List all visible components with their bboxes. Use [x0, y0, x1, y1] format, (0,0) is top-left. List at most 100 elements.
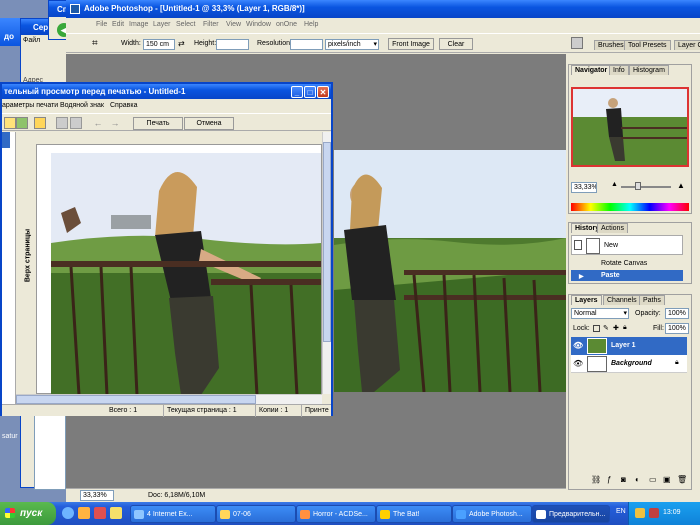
language-indicator[interactable]: EN [616, 508, 626, 515]
history-item-rotate[interactable]: Rotate Canvas [571, 258, 683, 269]
menu-help[interactable]: Справка [110, 102, 137, 109]
minimize-button[interactable]: _ [291, 86, 303, 98]
crop-tool-icon[interactable]: ⌗ [92, 38, 104, 50]
navigator-thumbnail[interactable] [571, 87, 689, 167]
taskbar-item-thebat[interactable]: The Bat! [376, 505, 452, 523]
history-item-paste[interactable]: ▶ Paste [571, 270, 683, 281]
menu-onone[interactable]: onOne [276, 21, 297, 28]
brush-source-icon[interactable] [574, 240, 582, 250]
link-icon[interactable]: ⛓︎ [591, 475, 601, 484]
navigator-slider-handle[interactable] [635, 182, 641, 190]
preview-horizontal-scrollbar[interactable] [16, 394, 322, 404]
copy-icon[interactable] [56, 117, 68, 129]
taskbar-item-folder[interactable]: 07-06 [216, 505, 296, 523]
tab-layers[interactable]: Layers [571, 295, 602, 305]
taskbar-item-acdsee[interactable]: Horror - ACDSe... [296, 505, 376, 523]
tab-layer-comps[interactable]: Layer C [674, 40, 700, 50]
tray-icon[interactable] [649, 508, 659, 518]
history-snapshot[interactable]: New [571, 235, 683, 255]
arrow-right-icon[interactable]: → [109, 117, 121, 129]
tab-navigator[interactable]: Navigator [571, 65, 612, 75]
close-button[interactable]: ✕ [317, 86, 329, 98]
taskbar-item-print-preview[interactable]: Предварительн... [532, 505, 610, 523]
hscroll-thumb[interactable] [16, 395, 256, 404]
background-window-2-menu[interactable]: Файл [23, 37, 40, 44]
clear-button[interactable]: Clear [439, 38, 473, 50]
tab-paths[interactable]: Paths [639, 295, 665, 305]
lock-all-icon[interactable]: 🔒︎ [623, 324, 627, 332]
start-button[interactable]: пуск [0, 502, 56, 525]
print-preview-titlebar[interactable]: тельный просмотр перед печатью - Untitle… [2, 84, 331, 99]
tab-histogram[interactable]: Histogram [629, 65, 669, 75]
height-field[interactable] [216, 39, 249, 50]
menu-edit[interactable]: Edit [112, 21, 124, 28]
preview-photo [51, 153, 321, 395]
navigator-zoom-field[interactable]: 33,33% [571, 182, 597, 193]
tab-channels[interactable]: Channels [603, 295, 641, 305]
cancel-button[interactable]: Отмена [184, 117, 234, 130]
zoom-out-icon[interactable]: ▲ [611, 181, 618, 188]
lock-position-icon[interactable]: ✚ [613, 324, 619, 332]
taskbar-item-photoshop[interactable]: Adobe Photosh... [452, 505, 532, 523]
scroll-thumb[interactable] [323, 142, 331, 342]
menu-watermark[interactable]: Водяной знак [60, 102, 104, 109]
lock-transparency-icon[interactable] [593, 325, 600, 332]
eye-icon[interactable]: 👁︎ [573, 341, 583, 350]
resolution-unit-select[interactable]: pixels/inch ▾ [325, 39, 379, 50]
preview-vertical-scrollbar[interactable] [322, 132, 331, 394]
tab-actions[interactable]: Actions [597, 223, 628, 233]
page-setup-icon[interactable] [4, 117, 16, 129]
print-button[interactable]: Печать [133, 117, 183, 130]
opacity-field[interactable]: 100% [665, 308, 689, 319]
mask-icon[interactable]: ◙ [621, 475, 626, 484]
tab-brushes[interactable]: Brushes [594, 40, 628, 50]
menu-view[interactable]: View [226, 21, 241, 28]
menu-file[interactable]: File [96, 21, 107, 28]
fill-field[interactable]: 100% [665, 323, 689, 334]
document-canvas[interactable] [334, 150, 566, 392]
palette-well-icon[interactable] [571, 37, 583, 49]
menu-print-settings[interactable]: араметры печати [2, 102, 58, 109]
image-icon[interactable] [16, 117, 28, 129]
lock-image-icon[interactable]: ✎ [603, 324, 609, 332]
menu-select[interactable]: Select [176, 21, 195, 28]
fx-icon[interactable]: ƒ [607, 475, 611, 484]
tab-info[interactable]: Info [609, 65, 629, 75]
zoom-field[interactable]: 33,33% [80, 490, 114, 501]
desktop-icon[interactable] [78, 507, 90, 519]
color-ramp[interactable] [571, 203, 689, 211]
frame-icon[interactable] [34, 117, 46, 129]
resolution-field[interactable] [290, 39, 323, 50]
front-image-button[interactable]: Front Image [388, 38, 434, 50]
new-layer-icon[interactable]: ▣ [663, 475, 671, 484]
maximize-button[interactable]: □ [304, 86, 316, 98]
menu-window[interactable]: Window [246, 21, 271, 28]
tray-icon[interactable] [635, 508, 645, 518]
media-icon[interactable] [94, 507, 106, 519]
zoom-in-icon[interactable]: ▲ [677, 181, 685, 190]
menu-help[interactable]: Help [304, 21, 318, 28]
arrow-left-icon[interactable]: ← [92, 117, 104, 129]
preview-page[interactable] [36, 144, 322, 395]
trash-icon[interactable]: 🗑︎ [677, 475, 687, 484]
navigator-zoom-slider[interactable] [621, 186, 671, 188]
folder-icon[interactable]: ▭ [649, 475, 657, 484]
menu-image[interactable]: Image [129, 21, 148, 28]
menu-layer[interactable]: Layer [153, 21, 171, 28]
taskbar-item-internet-explorer[interactable]: 4 Internet Ex... [130, 505, 216, 523]
menu-filter[interactable]: Filter [203, 21, 219, 28]
photoshop-menubar: File Edit Image Layer Select Filter View… [66, 18, 700, 32]
layer-row-background[interactable]: 👁︎ Background 🔒︎ [571, 355, 687, 373]
blend-mode-select[interactable]: Normal ▾ [571, 308, 629, 319]
layout-icon[interactable] [70, 117, 82, 129]
tab-tool-presets[interactable]: Tool Presets [624, 40, 671, 50]
swap-icon[interactable]: ⇄ [178, 39, 185, 48]
layer-row-layer1[interactable]: 👁︎ Layer 1 [571, 337, 687, 355]
adjustment-icon[interactable]: ◐ [635, 475, 640, 484]
width-field[interactable]: 150 cm [143, 39, 175, 50]
eye-icon[interactable]: 👁︎ [573, 359, 583, 368]
photoshop-titlebar[interactable]: Adobe Photoshop - [Untitled-1 @ 33,3% (L… [66, 0, 700, 18]
print-preview-window[interactable]: тельный просмотр перед печатью - Untitle… [0, 82, 333, 417]
ie-icon[interactable] [62, 507, 74, 519]
explorer-icon[interactable] [110, 507, 122, 519]
